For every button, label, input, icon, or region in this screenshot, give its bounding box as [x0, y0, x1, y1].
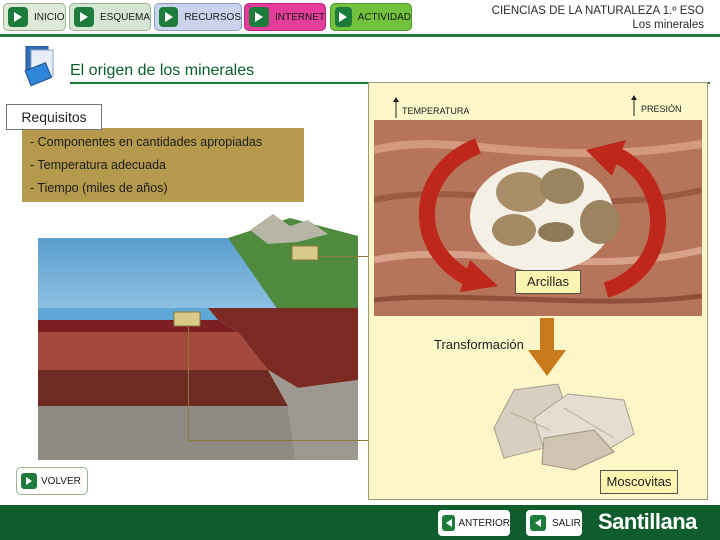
- arcillas-label: Arcillas: [515, 270, 581, 294]
- requisitos-box: - Componentes en cantidades apropiadas -…: [22, 128, 304, 202]
- course-header: CIENCIAS DE LA NATURALEZA 1.º ESO Los mi…: [492, 4, 704, 32]
- santillana-logo: Santillana: [598, 509, 697, 534]
- nav-actividad-button[interactable]: ACTIVIDAD: [330, 3, 412, 31]
- temperature-label: TEMPERATURA: [402, 106, 470, 116]
- requisitos-label: Requisitos: [6, 104, 102, 130]
- transformation-label: Transformación: [434, 337, 524, 352]
- down-arrow-icon: [528, 318, 566, 376]
- pressure-label: PRESIÓN: [641, 104, 682, 114]
- volver-label: VOLVER: [41, 475, 81, 487]
- requisito-item: - Temperatura adecuada: [30, 158, 166, 172]
- nav-esquema-button[interactable]: ESQUEMA: [69, 3, 151, 31]
- salir-label: SALIR: [552, 517, 581, 529]
- play-icon: [21, 473, 37, 489]
- requisito-item: - Componentes en cantidades apropiadas: [30, 135, 263, 149]
- nav-internet-label: INTERNET: [275, 11, 325, 23]
- nav-actividad-label: ACTIVIDAD: [357, 11, 411, 23]
- play-icon: [159, 7, 179, 27]
- volver-button[interactable]: VOLVER: [16, 467, 88, 495]
- play-icon: [335, 7, 352, 27]
- play-icon: [249, 7, 269, 27]
- play-icon: [74, 7, 94, 27]
- back-arrow-icon: [442, 515, 456, 531]
- anterior-button[interactable]: ANTERIOR: [438, 510, 510, 536]
- play-icon: [8, 7, 28, 27]
- nav-recursos-label: RECURSOS: [184, 11, 241, 23]
- top-divider: [0, 34, 720, 37]
- nav-recursos-button[interactable]: RECURSOS: [154, 3, 242, 31]
- muscovite-rock-image: [493, 383, 635, 471]
- nav-inicio-button[interactable]: INICIO: [3, 3, 66, 31]
- connector-line: [188, 325, 189, 440]
- arrow-up-icon: [393, 97, 399, 118]
- arrow-up-icon: [631, 95, 637, 116]
- connector-line: [188, 440, 370, 441]
- requisito-item: - Tiempo (miles de años): [30, 181, 168, 195]
- anterior-label: ANTERIOR: [458, 517, 510, 529]
- nav-esquema-label: ESQUEMA: [99, 11, 150, 23]
- page-title: El origen de los minerales: [70, 62, 255, 79]
- course-title: CIENCIAS DE LA NATURALEZA 1.º ESO: [491, 5, 704, 17]
- nav-internet-button[interactable]: INTERNET: [244, 3, 326, 31]
- nav-inicio-label: INICIO: [34, 11, 65, 23]
- salir-button[interactable]: SALIR: [526, 510, 582, 536]
- connector-line: [318, 256, 370, 257]
- documents-icon: [24, 46, 54, 87]
- unit-title: Los minerales: [632, 19, 704, 31]
- back-arrow-icon: [530, 515, 546, 531]
- moscovitas-label: Moscovitas: [600, 470, 678, 494]
